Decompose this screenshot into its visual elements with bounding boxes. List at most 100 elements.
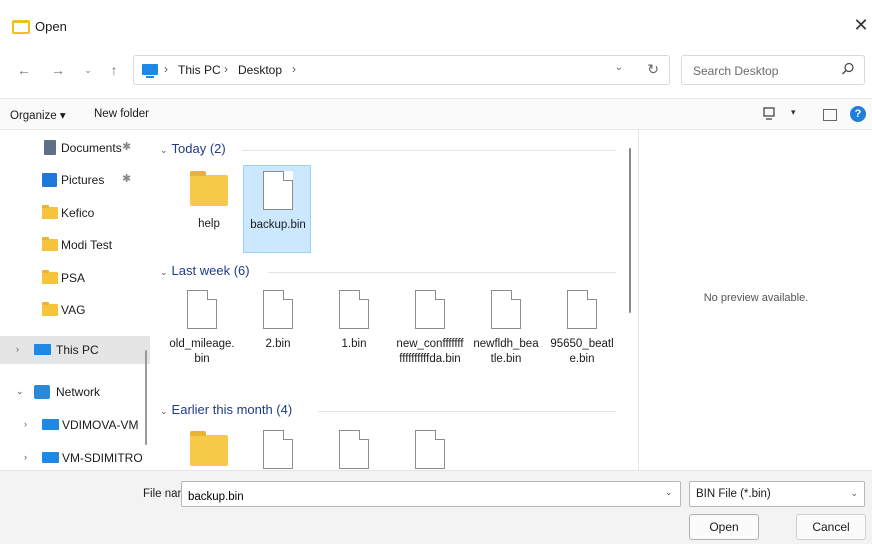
folder-open-icon (12, 20, 30, 34)
file-icon (415, 290, 445, 329)
chevron-right-icon[interactable]: › (16, 344, 19, 354)
group-divider (242, 150, 616, 151)
sidebar-item-vdimova-vm[interactable]: › VDIMOVA-VM (0, 411, 150, 439)
file-name-dropdown-button[interactable]: ⌄ (665, 487, 673, 498)
file-item[interactable]: old_mileage.bin (168, 285, 236, 373)
sidebar-item-label: VAG (61, 303, 86, 317)
up-button[interactable]: ↑ (104, 60, 124, 80)
file-icon (339, 430, 369, 469)
file-name-input[interactable] (181, 481, 681, 507)
file-icon (263, 290, 293, 329)
preview-pane-icon[interactable] (823, 109, 837, 121)
pin-icon: ✱ (122, 173, 132, 185)
file-item[interactable] (244, 425, 312, 470)
file-item[interactable]: newfldh_beatle.bin (472, 285, 540, 373)
sidebar-item-label: Pictures (61, 173, 105, 187)
folder-item[interactable] (175, 425, 243, 470)
command-bar: Organize ▾ New folder ▾ ? (0, 98, 872, 130)
sidebar-item-label: This PC (56, 343, 99, 357)
file-item[interactable]: 95650_beatle.bin (548, 285, 616, 373)
chevron-down-icon: ⌄ (160, 267, 168, 277)
recent-locations-button[interactable]: ⌄ (78, 60, 98, 80)
sidebar-item-label: Network (56, 385, 101, 399)
sidebar-item-label: VM-SDIMITRO (62, 451, 143, 465)
search-placeholder: Search Desktop (693, 64, 779, 78)
sidebar-item-this-pc[interactable]: › This PC (0, 336, 150, 364)
file-name: 95650_beatle.bin (550, 338, 614, 365)
file-list-scrollbar[interactable] (629, 148, 631, 313)
sidebar-item-vm-sdimitro[interactable]: › VM-SDIMITRO (0, 444, 150, 470)
sidebar-item-documents[interactable]: Documents ✱ (0, 134, 150, 162)
folder-icon (42, 302, 58, 316)
breadcrumb-separator[interactable]: › (292, 62, 296, 76)
file-icon (263, 171, 293, 210)
close-button[interactable]: ✕ (850, 14, 872, 36)
sidebar-item-vag[interactable]: VAG (0, 296, 150, 324)
pin-icon: ✱ (122, 141, 132, 153)
help-icon[interactable]: ? (850, 106, 866, 122)
file-name: new_confffffffffffffffffda.bin (396, 338, 464, 365)
organize-button[interactable]: Organize ▾ (10, 108, 66, 122)
chevron-down-icon: ⌄ (160, 145, 168, 155)
cancel-button[interactable]: Cancel (796, 514, 866, 540)
view-dropdown-button[interactable]: ▾ (791, 107, 796, 118)
chevron-right-icon[interactable]: › (24, 419, 27, 429)
breadcrumb-separator[interactable]: › (224, 62, 228, 76)
search-icon (842, 62, 854, 75)
group-header-earlier-this-month[interactable]: ⌄ Earlier this month (4) (160, 402, 292, 417)
file-type-value: BIN File (*.bin) (696, 488, 771, 500)
file-type-select[interactable]: BIN File (*.bin) ⌄ (689, 481, 865, 507)
group-header-last-week[interactable]: ⌄ Last week (6) (160, 263, 250, 278)
chevron-down-icon: ⌄ (850, 488, 858, 498)
pc-icon (42, 452, 59, 463)
search-input[interactable]: Search Desktop (681, 55, 865, 85)
forward-button[interactable]: → (48, 60, 68, 80)
navigation-pane: Documents ✱ Pictures ✱ Kefico Modi Test … (0, 130, 150, 470)
file-name: backup.bin (250, 219, 306, 231)
sidebar-item-kefico[interactable]: Kefico (0, 199, 150, 227)
file-item[interactable]: 1.bin (320, 285, 388, 373)
sidebar-item-label: VDIMOVA-VM (62, 418, 139, 432)
folder-item-help[interactable]: help (175, 165, 243, 253)
folder-icon (42, 270, 58, 284)
chevron-right-icon[interactable]: › (24, 452, 27, 462)
file-list: ⌄ Today (2) help backup.bin ⌄ Last week (6… (150, 130, 638, 470)
file-icon (339, 290, 369, 329)
chevron-down-icon[interactable]: ⌄ (16, 386, 24, 397)
file-item[interactable]: new_confffffffffffffffffda.bin (396, 285, 464, 373)
file-item[interactable] (320, 425, 388, 470)
pc-icon (42, 419, 59, 430)
breadcrumb-this-pc[interactable]: This PC (178, 63, 221, 77)
file-icon (567, 290, 597, 329)
sidebar-item-label: Kefico (61, 206, 95, 220)
file-item[interactable]: 2.bin (244, 285, 312, 373)
breadcrumb-desktop[interactable]: Desktop (238, 63, 282, 77)
sidebar-item-label: PSA (61, 271, 86, 285)
new-folder-button[interactable]: New folder (94, 108, 149, 120)
address-bar[interactable]: › This PC › Desktop › ⌄ ↻ (133, 55, 670, 85)
breadcrumb-separator[interactable]: › (164, 62, 168, 76)
folder-icon (190, 171, 228, 206)
pc-icon (34, 344, 51, 355)
sidebar-item-modi-test[interactable]: Modi Test (0, 231, 150, 259)
group-divider (268, 272, 616, 273)
open-button[interactable]: Open (689, 514, 759, 540)
file-item[interactable] (396, 425, 464, 470)
group-label: Earlier this month (4) (171, 402, 293, 417)
sidebar-item-psa[interactable]: PSA (0, 264, 150, 292)
pc-icon (142, 64, 158, 78)
sidebar-scrollbar[interactable] (145, 350, 147, 445)
view-options-icon[interactable] (763, 107, 775, 121)
file-item-backup-bin[interactable]: backup.bin (243, 165, 311, 253)
dialog-footer: File name: ⌄ BIN File (*.bin) ⌄ Open Can… (0, 470, 872, 544)
sidebar-item-network[interactable]: ⌄ Network (0, 378, 150, 406)
refresh-button[interactable]: ↻ (647, 61, 659, 78)
back-button[interactable]: ← (14, 60, 34, 80)
address-dropdown-button[interactable]: ⌄ (615, 62, 623, 73)
documents-icon (44, 140, 56, 155)
group-header-today[interactable]: ⌄ Today (2) (160, 141, 226, 156)
preview-message: No preview available. (703, 292, 809, 304)
folder-icon (42, 237, 58, 251)
group-label: Today (2) (171, 141, 226, 156)
sidebar-item-pictures[interactable]: Pictures ✱ (0, 166, 150, 194)
